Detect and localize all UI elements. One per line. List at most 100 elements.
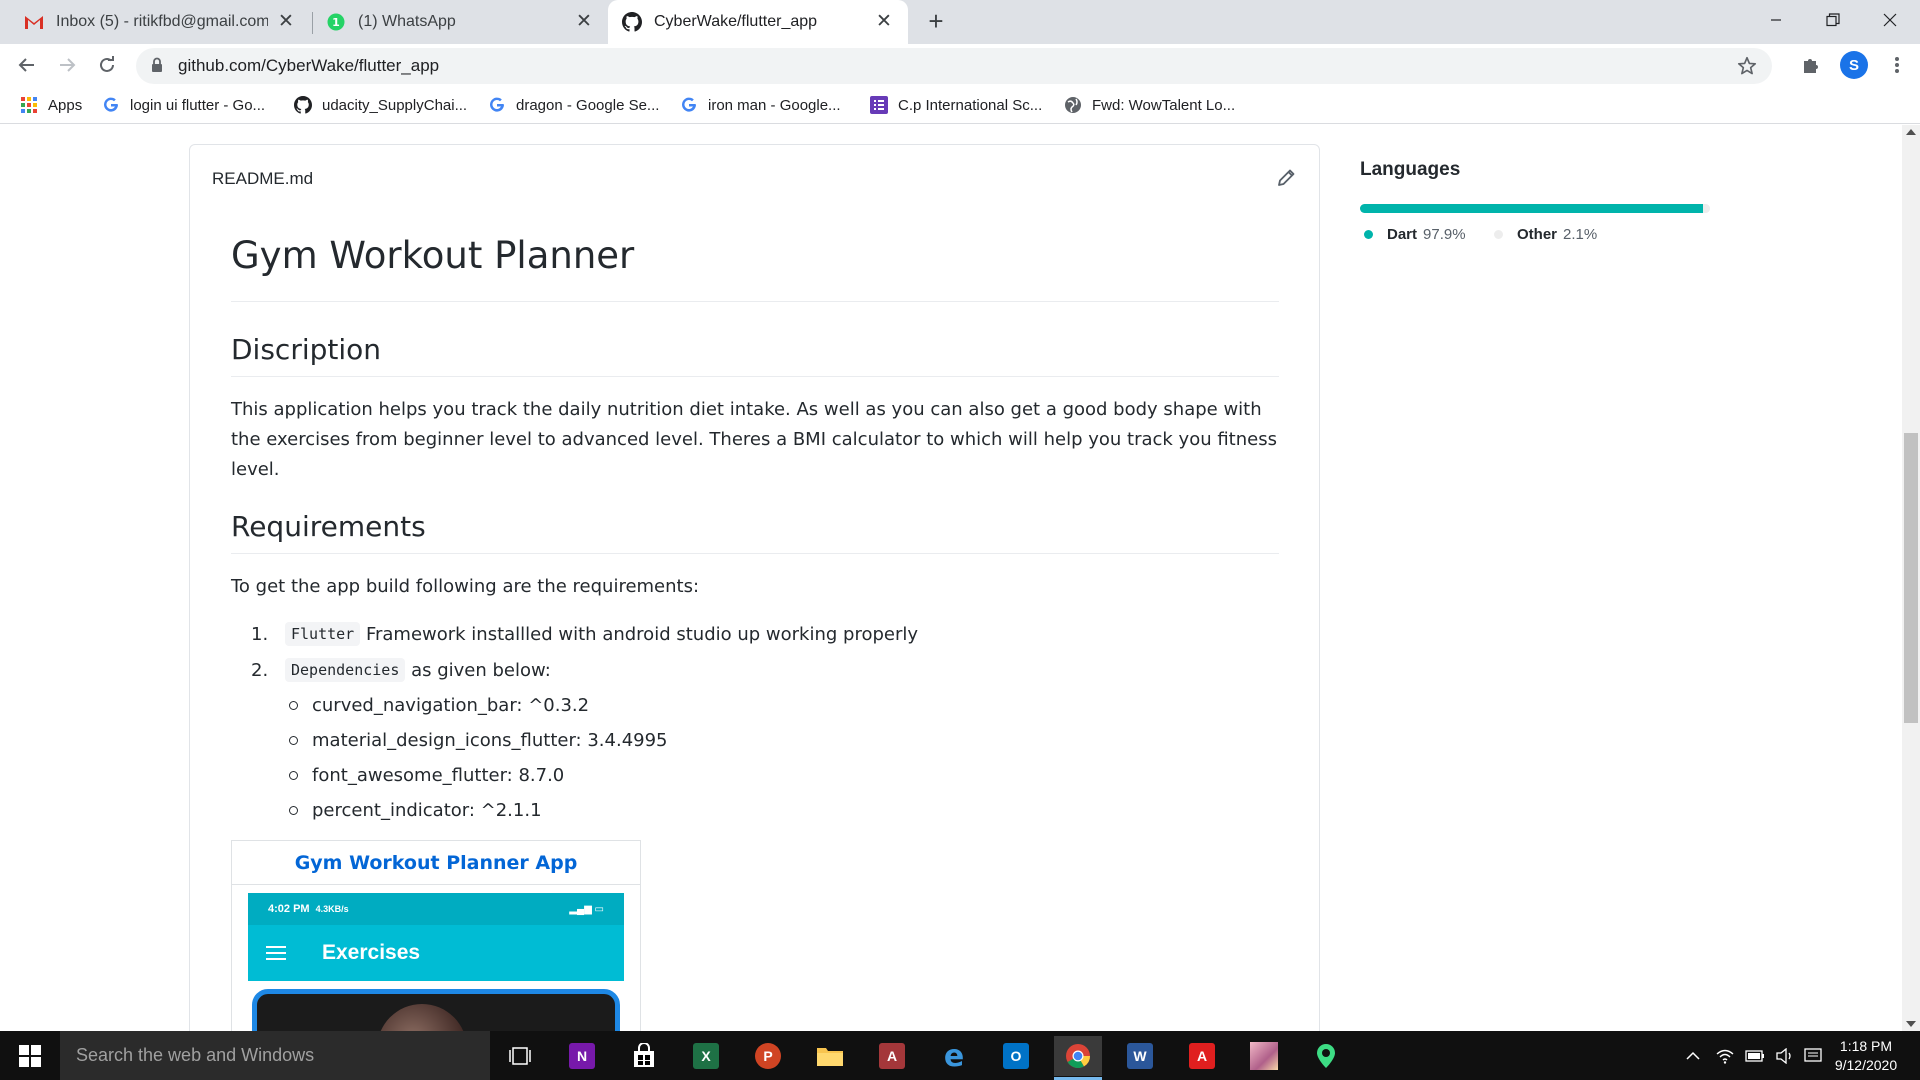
search-placeholder: Search the web and Windows [76,1045,315,1065]
requirements-list: 1. Flutter Framework installled with and… [231,616,1279,828]
forward-button[interactable] [52,50,82,80]
phone-app-bar: Exercises [248,925,624,981]
page-viewport: README.md Gym Workout Planner Discriptio… [0,125,1902,1031]
close-icon [1883,13,1897,27]
phone-status-time: 4:02 PM [268,903,310,915]
bookmark-apps[interactable]: Apps [20,95,82,115]
clock-date: 9/12/2020 [1834,1057,1898,1073]
pencil-edit-icon[interactable] [1275,167,1297,189]
onenote-icon[interactable]: N [558,1036,606,1076]
more-menu-icon[interactable] [1884,52,1910,78]
acrobat-icon[interactable]: A [1178,1036,1226,1076]
phone-status-bar: 4:02 PM 4.3KB/s ▂▄▆ ▭ [248,893,624,925]
store-icon[interactable] [620,1036,668,1076]
outlook-icon[interactable]: O [992,1036,1040,1076]
github-icon [622,12,642,32]
tab-title: (1) WhatsApp [358,13,456,30]
screenshot-table: Gym Workout Planner App 4:02 PM 4.3KB/s … [231,840,641,1031]
bookmark-label: Apps [48,96,83,114]
language-legend-other[interactable]: Other 2.1% [1494,226,1597,243]
taskbar-clock[interactable]: 1:18 PM 9/12/2020 [1826,1037,1906,1075]
scroll-down-arrow-icon[interactable] [1906,1021,1916,1027]
window-close-button[interactable] [1860,0,1920,40]
description-paragraph: This application helps you track the dai… [231,399,1277,480]
back-button[interactable] [12,50,42,80]
page-scrollbar[interactable] [1902,125,1920,1031]
google-icon [488,96,506,114]
code-dependencies: Dependencies [285,658,406,682]
url-text[interactable]: github.com/CyberWake/flutter_app [178,56,439,76]
list-number: 2. [251,659,269,681]
languages-progress-bar [1360,204,1710,213]
show-hidden-icons-chevron-icon[interactable] [1678,1031,1708,1080]
close-icon[interactable]: ✕ [574,12,594,32]
language-name: Other [1517,226,1558,243]
lock-icon [150,57,164,78]
language-legend-dart[interactable]: Dart 97.9% [1364,226,1466,243]
readme-filename: README.md [212,169,314,188]
bookmark-star-icon[interactable] [1736,55,1758,82]
table-header-link[interactable]: Gym Workout Planner App [232,841,640,885]
whatsapp-icon: 1 [326,12,346,32]
section-heading-requirements: Requirements [231,509,1279,554]
bookmark-label: C.p International Sc... [898,96,1043,114]
exercise-card [252,989,620,1031]
reload-button[interactable] [92,50,122,80]
extensions-puzzle-icon[interactable] [1798,52,1824,78]
bookmark-wowtalent[interactable]: Fwd: WowTalent Lo... [1064,95,1235,115]
athlete-photo [377,1004,467,1031]
powerpoint-icon[interactable]: P [744,1036,792,1076]
tab-github[interactable]: CyberWake/flutter_app ✕ [608,0,908,44]
close-icon[interactable]: ✕ [874,12,894,32]
list-item: curved_navigation_bar: ^0.3.2 [289,688,1279,723]
taskbar-search[interactable]: Search the web and Windows [60,1031,490,1080]
scroll-up-arrow-icon[interactable] [1906,129,1916,135]
requirements-intro: To get the app build following are the r… [231,576,700,597]
tab-whatsapp[interactable]: 1 (1) WhatsApp ✕ [312,0,608,44]
maps-icon[interactable] [1302,1036,1350,1076]
minimize-icon [1771,19,1781,21]
dependency-text: percent_indicator: ^2.1.1 [312,800,542,821]
list-number: 1. [251,623,269,645]
bullet-icon [289,701,298,710]
list-text: Framework installled with android studio… [360,623,919,645]
bookmark-iron-man[interactable]: iron man - Google... [680,95,841,115]
volume-icon[interactable] [1770,1031,1800,1080]
battery-icon[interactable] [1740,1031,1770,1080]
bookmark-udacity[interactable]: udacity_SupplyChai... [294,95,467,115]
new-tab-button[interactable]: + [922,8,950,36]
excel-icon[interactable]: X [682,1036,730,1076]
gmail-icon [24,12,44,32]
profile-avatar[interactable]: S [1840,51,1868,79]
dependencies-list: curved_navigation_bar: ^0.3.2 material_d… [251,688,1279,828]
windows-logo-icon [19,1044,41,1067]
access-icon[interactable]: A [868,1036,916,1076]
task-view-icon[interactable] [496,1036,544,1076]
scrollbar-thumb[interactable] [1904,433,1918,723]
photos-icon[interactable] [1240,1036,1288,1076]
windows-start-button[interactable] [0,1031,60,1080]
tab-title: Inbox (5) - ritikfbd@gmail.com - [56,13,268,30]
close-icon[interactable]: ✕ [276,12,296,32]
google-icon [680,96,698,114]
globe-icon [1064,96,1082,114]
list-item: font_awesome_flutter: 8.7.0 [289,758,1279,793]
tab-title: CyberWake/flutter_app [654,13,818,30]
readme-title: Gym Workout Planner [231,233,1279,302]
restore-button[interactable] [1803,0,1863,40]
wifi-icon[interactable] [1710,1031,1740,1080]
chrome-icon[interactable] [1054,1036,1102,1080]
file-explorer-icon[interactable] [806,1036,854,1076]
bookmark-login-ui[interactable]: login ui flutter - Go... [102,95,265,115]
phone-signal-icon: ▂▄▆ ▭ [569,903,604,915]
minimize-button[interactable] [1746,0,1806,40]
bookmark-cp-international[interactable]: C.p International Sc... [870,95,1042,115]
tab-gmail[interactable]: Inbox (5) - ritikfbd@gmail.com - ✕ [10,0,310,44]
edge-icon[interactable]: e [930,1036,978,1076]
address-bar[interactable]: github.com/CyberWake/flutter_app [136,48,1772,84]
github-icon [294,96,312,114]
bookmark-dragon[interactable]: dragon - Google Se... [488,95,659,115]
action-center-icon[interactable] [1798,1031,1828,1080]
readme-container: README.md Gym Workout Planner Discriptio… [189,144,1320,1031]
word-icon[interactable]: W [1116,1036,1164,1076]
